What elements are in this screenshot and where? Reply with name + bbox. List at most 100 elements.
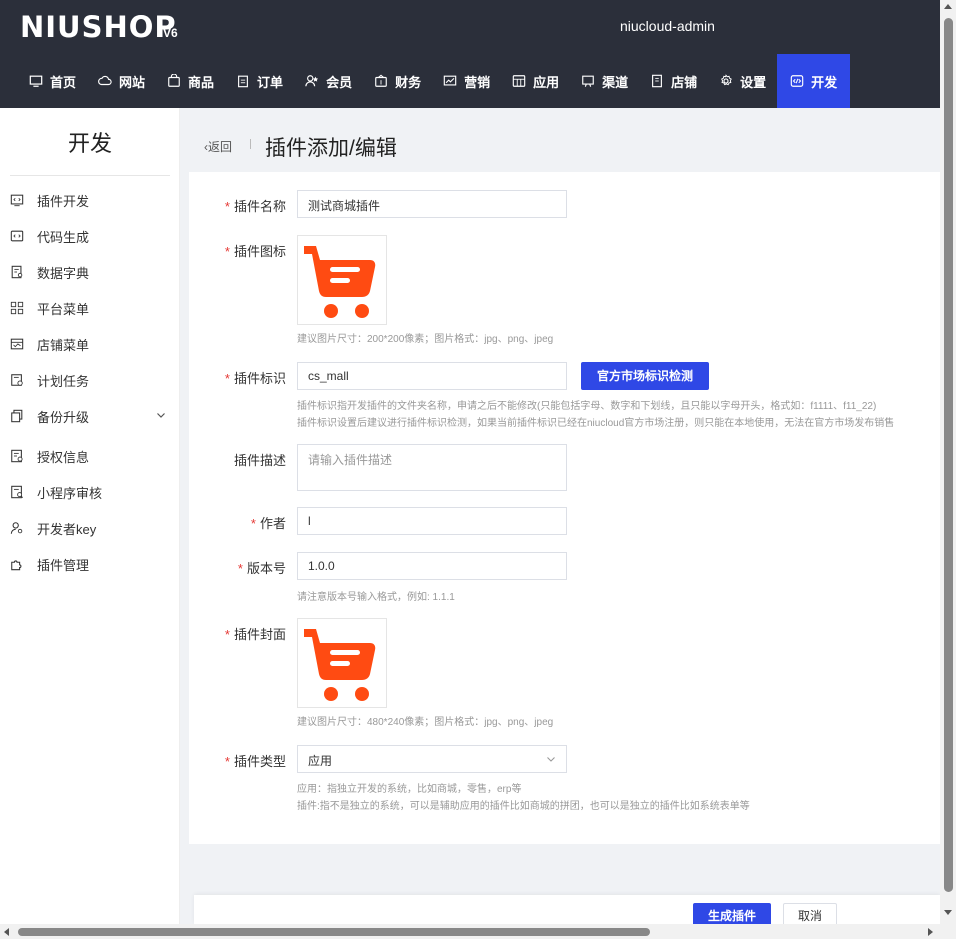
nav-label: 开发 [811,74,838,90]
sidebar-item-backup[interactable]: 备份升级 [10,404,170,428]
sidebar-title: 开发 [67,131,112,156]
back-link[interactable]: ‹返回 [204,138,232,155]
scroll-down-icon[interactable] [944,910,952,915]
plugin-icon-upload[interactable] [297,235,387,325]
required-mark: * [224,244,230,259]
page-header: ‹返回 插件添加/编辑 [180,108,940,172]
plugin-cover-upload[interactable] [297,618,387,708]
nav-label: 财务 [395,74,422,90]
required-mark: * [224,199,230,214]
scroll-left-icon[interactable] [4,928,9,936]
user-star-icon [305,75,319,87]
scroll-right-icon[interactable] [928,928,933,936]
gear-icon [721,74,732,86]
cover-tip: 建议图片尺寸：480*240像素；图片格式：jpg、png、jpeg [297,717,554,728]
username[interactable]: niucloud-admin [620,18,715,34]
store-menu-icon [10,338,24,350]
label-text: 插件类型 [233,754,286,769]
display-icon [582,75,594,87]
plugin-key-input[interactable]: cs_mall [297,362,567,390]
sidebar: 开发 插件开发 代码生成 数据字典 平台菜单 店铺菜单 计划任务 备份升级 授权… [0,108,180,924]
type-label: * 插件类型 [196,751,286,770]
nav-settings[interactable]: 设置 [708,54,777,108]
sidebar-item-platform-menu[interactable]: 平台菜单 [10,296,170,320]
nav-members[interactable]: 会员 [294,54,363,108]
main-content: ‹返回 插件添加/编辑 * 插件名称 测试商城插件 * 插件图标 建议图片尺寸：20… [180,108,940,929]
sidebar-item-label: 计划任务 [37,373,90,389]
select-value: 应用 [308,754,333,768]
code-file-icon [10,230,24,242]
monitor-icon [29,75,43,87]
page-title: 插件添加/编辑 [265,137,397,160]
check-key-button[interactable]: 官方市场标识检测 [581,362,709,390]
nav-website[interactable]: 网站 [87,54,156,108]
code-window-icon [10,194,24,207]
sidebar-item-codegen[interactable]: 代码生成 [10,224,170,248]
nav-develop[interactable]: 开发 [777,54,851,108]
cloud-icon [98,75,112,86]
sidebar-item-label: 平台菜单 [37,301,90,317]
grid-icon [512,75,526,87]
key-tip-1: 插件标识指开发插件的文件夹名称，申请之后不能修改(只能包括字母、数字和下划线，且… [297,401,877,412]
required-mark: * [224,754,230,769]
sidebar-item-store-menu[interactable]: 店铺菜单 [10,332,170,356]
shopping-cart-icon [304,246,376,318]
nav-stores[interactable]: 店铺 [639,54,708,108]
nav-apps[interactable]: 应用 [501,54,570,108]
chevron-down-icon [547,757,555,762]
author-input[interactable]: l [297,507,567,535]
nav-marketing[interactable]: 营销 [432,54,501,108]
shopping-cart-icon [304,629,376,701]
type-tip-1: 应用：指独立开发的系统，比如商城，零售，erp等 [297,784,522,795]
sidebar-item-plugin-manage[interactable]: 插件管理 [10,552,170,576]
icon-tip: 建议图片尺寸：200*200像素；图片格式：jpg、png、jpeg [297,334,554,345]
plugin-desc-textarea[interactable]: 请输入插件描述 [297,444,567,491]
nav-goods[interactable]: 商品 [156,54,225,108]
nav-label: 商品 [188,74,215,90]
nav-orders[interactable]: 订单 [225,54,294,108]
version-input[interactable]: 1.0.0 [297,552,567,580]
sidebar-item-label: 数据字典 [37,265,90,281]
sidebar-item-label: 授权信息 [37,449,90,465]
nav-home[interactable]: 首页 [18,54,87,108]
required-mark: * [224,627,230,642]
sidebar-item-label: 店铺菜单 [37,337,90,353]
sidebar-item-dictionary[interactable]: 数据字典 [10,260,170,284]
version-tip: 请注意版本号输入格式，例如: 1.1.1 [297,592,455,603]
nav-label: 订单 [257,74,284,90]
dictionary-icon [11,265,23,279]
scrollbar-thumb[interactable] [944,18,953,892]
wallet-icon [375,74,387,87]
sidebar-item-schedule[interactable]: 计划任务 [10,368,170,392]
nav-channels[interactable]: 渠道 [570,54,639,108]
scroll-up-icon[interactable] [944,4,952,9]
label-text: 插件标识 [233,371,286,386]
sidebar-item-developer-key[interactable]: 开发者key [10,516,170,540]
copy-icon [11,409,23,423]
nav-label: 设置 [740,74,767,90]
name-label: * 插件名称 [196,196,286,215]
sidebar-item-plugin-dev[interactable]: 插件开发 [10,188,170,212]
sidebar-item-license[interactable]: 授权信息 [10,444,170,468]
required-mark: * [250,516,256,531]
nav-finance[interactable]: 财务 [363,54,432,108]
store-icon [652,74,663,88]
vertical-scrollbar[interactable] [940,0,956,939]
nav-label: 应用 [533,74,560,90]
sidebar-item-label: 备份升级 [37,409,90,425]
plugin-type-select[interactable]: 应用 [297,745,567,773]
code-icon [790,75,804,87]
schedule-icon [11,374,23,386]
sidebar-item-miniprogram-review[interactable]: 小程序审核 [10,480,170,504]
horizontal-scrollbar[interactable] [0,924,940,939]
chevron-down-icon[interactable] [156,410,166,420]
logo[interactable]: NIUSHOP [20,10,177,44]
nav-label: 会员 [326,74,353,90]
type-tip-2: 插件:指不是独立的系统，可以是辅助应用的插件比如商城的拼团，也可以是独立的插件比… [297,801,750,812]
label-text: 版本号 [246,561,286,576]
license-icon [11,449,23,463]
back-label: 返回 [208,140,233,154]
scrollbar-thumb[interactable] [18,928,650,936]
key-tip-2: 插件标识设置后建议进行插件标识检测，如果当前插件标识已经在niucloud官方市… [297,418,895,429]
plugin-name-input[interactable]: 测试商城插件 [297,190,567,218]
